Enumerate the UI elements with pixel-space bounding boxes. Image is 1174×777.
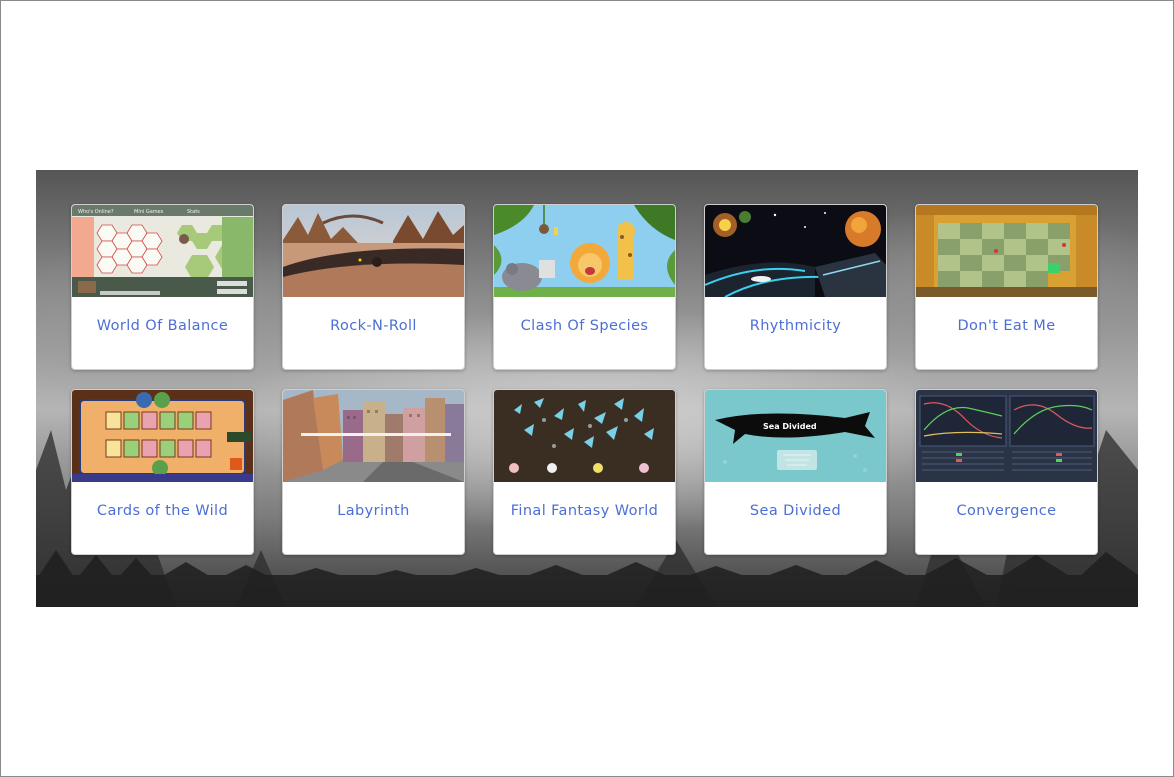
labyrinth-thumbnail	[283, 390, 464, 482]
game-title-rhythmicity[interactable]: Rhythmicity	[711, 315, 880, 337]
final-fantasy-world-thumbnail	[494, 390, 675, 482]
game-title-clash-of-species[interactable]: Clash Of Species	[500, 315, 669, 337]
game-title-sea-divided[interactable]: Sea Divided	[711, 500, 880, 522]
rock-n-roll-thumbnail	[283, 205, 464, 297]
game-card-sea-divided[interactable]: Sea Divided Sea Divided	[704, 389, 887, 555]
game-card-world-of-balance[interactable]: Who's Online? Mini Games Stats World Of …	[71, 204, 254, 370]
game-card-final-fantasy-world[interactable]: Final Fantasy World	[493, 389, 676, 555]
games-banner: Who's Online? Mini Games Stats World Of …	[36, 170, 1138, 607]
game-title-final-fantasy-world[interactable]: Final Fantasy World	[500, 500, 669, 522]
world-of-balance-thumbnail: Who's Online? Mini Games Stats	[72, 205, 253, 297]
game-title-dont-eat-me[interactable]: Don't Eat Me	[922, 315, 1091, 337]
rhythmicity-thumbnail	[705, 205, 886, 297]
sea-divided-thumbnail: Sea Divided	[705, 390, 886, 482]
tab-mini-games: Mini Games	[134, 209, 164, 215]
game-title-world-of-balance[interactable]: World Of Balance	[78, 315, 247, 337]
game-title-convergence[interactable]: Convergence	[922, 500, 1091, 522]
dont-eat-me-thumbnail	[916, 205, 1097, 297]
clash-of-species-thumbnail	[494, 205, 675, 297]
cards-of-the-wild-thumbnail	[72, 390, 253, 482]
game-card-convergence[interactable]: Convergence	[915, 389, 1098, 555]
game-title-labyrinth[interactable]: Labyrinth	[289, 500, 458, 522]
game-card-clash-of-species[interactable]: Clash Of Species	[493, 204, 676, 370]
tab-whos-online: Who's Online?	[78, 209, 114, 215]
game-title-rock-n-roll[interactable]: Rock-N-Roll	[289, 315, 458, 337]
game-card-rock-n-roll[interactable]: Rock-N-Roll	[282, 204, 465, 370]
game-card-dont-eat-me[interactable]: Don't Eat Me	[915, 204, 1098, 370]
sea-divided-logo: Sea Divided	[763, 422, 817, 431]
convergence-thumbnail	[916, 390, 1097, 482]
game-card-labyrinth[interactable]: Labyrinth	[282, 389, 465, 555]
game-card-cards-of-the-wild[interactable]: Cards of the Wild	[71, 389, 254, 555]
tab-stats: Stats	[187, 209, 200, 215]
game-card-rhythmicity[interactable]: Rhythmicity	[704, 204, 887, 370]
game-title-cards-of-the-wild[interactable]: Cards of the Wild	[78, 500, 247, 522]
